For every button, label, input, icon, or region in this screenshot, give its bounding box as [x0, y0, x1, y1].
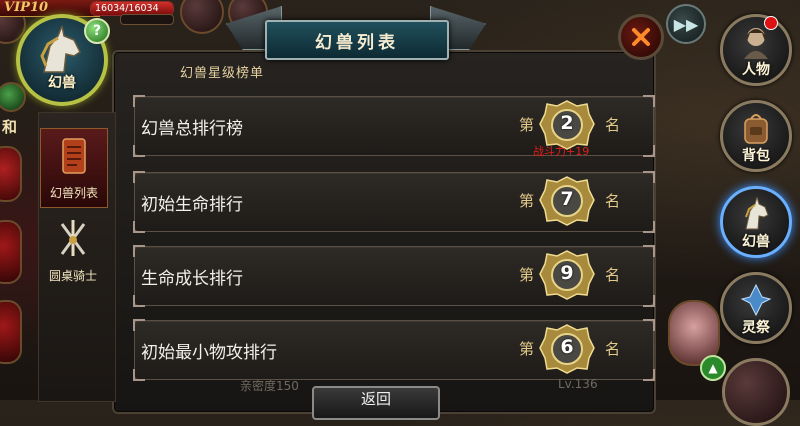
rank-suffix: 名 — [605, 340, 621, 358]
rank-suffix: 名 — [605, 116, 621, 134]
swords-icon — [60, 220, 86, 256]
close-button[interactable] — [618, 14, 664, 60]
rank-prefix: 第 — [519, 116, 535, 134]
ranking-label: 初始生命排行 — [141, 194, 243, 215]
nav-backpack-label: 背包 — [742, 148, 770, 164]
level-ghost-text: Lv.136 — [558, 377, 598, 391]
section-title: 幻兽星级榜单 — [180, 66, 265, 81]
pet-avatar-label: 幻兽 — [48, 75, 76, 91]
rank-medal: 6 — [539, 324, 595, 374]
rank-medal: 9 — [539, 250, 595, 300]
fast-forward-icon: ▶▶ — [673, 14, 699, 34]
spirit-icon — [740, 283, 772, 317]
ranking-row[interactable]: 生命成长排行 第 9 名 — [133, 245, 655, 307]
hud-orb-red-2 — [0, 220, 22, 284]
rank-number: 7 — [560, 188, 574, 210]
tab-pet-list-label: 幻兽列表 — [49, 186, 98, 200]
nav-partial-bottom[interactable] — [722, 358, 790, 426]
panel-title: 幻兽列表 — [265, 20, 449, 60]
level-up-arrow-button[interactable]: ▲ — [700, 355, 726, 381]
ranking-row[interactable]: 幻兽总排行榜 第 2 名 战斗力+19 — [133, 95, 655, 158]
nav-character[interactable]: 人物 — [720, 14, 792, 86]
intimacy-ghost-text: 亲密度150 — [240, 379, 299, 393]
nav-character-label: 人物 — [742, 62, 770, 78]
nav-spirit-sacrifice[interactable]: 灵祭 — [720, 272, 792, 344]
tab-pet-list[interactable]: 幻兽列表 — [40, 128, 108, 208]
unicorn-icon — [40, 26, 81, 73]
scroll-icon — [62, 138, 86, 174]
rank-medal: 7 — [539, 176, 595, 226]
rank-number: 9 — [560, 262, 574, 284]
notification-dot — [764, 16, 778, 30]
nav-pet-label: 幻兽 — [742, 234, 770, 250]
character-icon — [744, 28, 768, 59]
nav-spirit-sacrifice-label: 灵祭 — [742, 320, 770, 336]
close-icon — [632, 28, 650, 46]
help-button[interactable]: ? — [84, 18, 110, 44]
arrow-up-icon: ▲ — [708, 361, 718, 375]
tab-round-table-knights[interactable]: 圆桌骑士 — [40, 212, 106, 290]
hud-orb-red-3 — [0, 300, 22, 364]
ranking-label: 生命成长排行 — [141, 268, 243, 289]
tab-round-table-knights-label: 圆桌骑士 — [48, 269, 97, 283]
mp-bar — [120, 14, 174, 25]
rank-prefix: 第 — [519, 340, 535, 358]
ranking-label: 初始最小物攻排行 — [141, 342, 277, 363]
rank-prefix: 第 — [519, 192, 535, 210]
nav-backpack[interactable]: 背包 — [720, 100, 792, 172]
rank-prefix: 第 — [519, 266, 535, 284]
ranking-row[interactable]: 初始最小物攻排行 第 6 名 — [133, 319, 655, 381]
ranking-label: 幻兽总排行榜 — [141, 118, 243, 139]
ranking-row[interactable]: 初始生命排行 第 7 名 — [133, 171, 655, 233]
fast-forward-button[interactable]: ▶▶ — [666, 4, 706, 44]
back-button[interactable]: 返回 — [312, 386, 440, 420]
hud-orb-red — [0, 146, 22, 202]
hud-orb-top — [180, 0, 224, 34]
rank-number: 6 — [560, 336, 574, 358]
power-bonus: 战斗力+19 — [533, 145, 590, 158]
unicorn-icon — [745, 197, 769, 230]
rank-suffix: 名 — [605, 266, 621, 284]
rank-number: 2 — [560, 112, 574, 134]
left-edge-label: 和 — [2, 118, 18, 136]
nav-pet[interactable]: 幻兽 — [720, 186, 792, 258]
rank-suffix: 名 — [605, 192, 621, 210]
backpack-icon — [744, 114, 768, 144]
